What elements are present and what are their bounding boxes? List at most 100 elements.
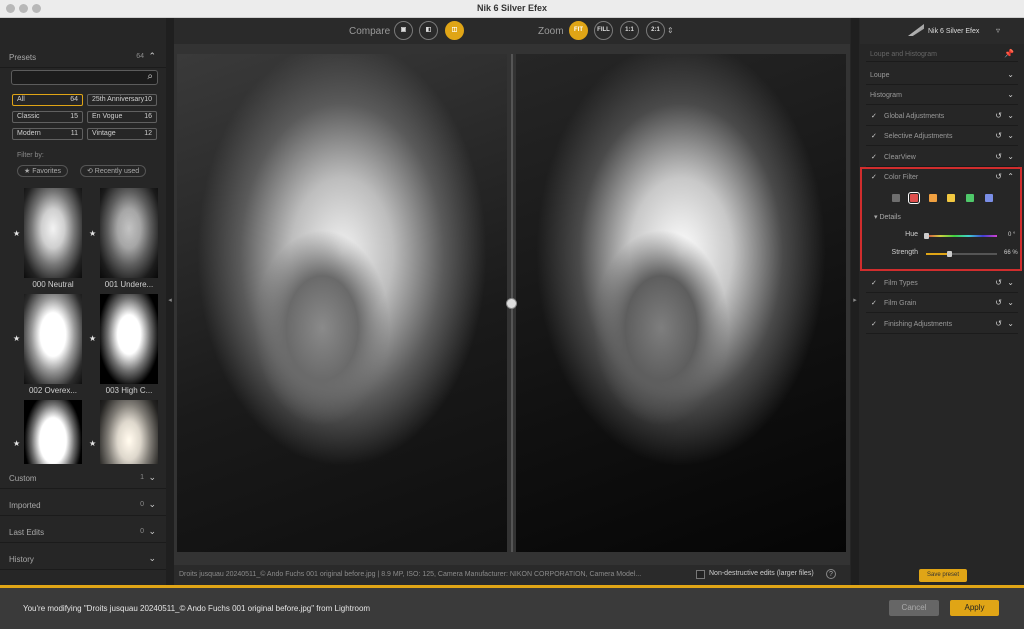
presets-header[interactable]: Presets 64 ⌃: [0, 46, 166, 68]
category-count: 11: [70, 130, 78, 137]
row-label: Histogram: [870, 92, 902, 99]
chevron-down-icon[interactable]: ⌄: [1007, 319, 1014, 328]
plugin-header: Nik 6 Silver Efex ▿: [860, 18, 1024, 44]
star-icon[interactable]: ★: [89, 334, 96, 343]
enable-checkbox[interactable]: ✓: [871, 153, 877, 161]
reset-icon[interactable]: ↺: [995, 152, 1002, 161]
preset-thumbnail[interactable]: [100, 294, 158, 384]
section-label: History: [9, 555, 34, 564]
reset-icon[interactable]: ↺: [995, 131, 1002, 140]
chevron-down-icon[interactable]: ⌄: [148, 472, 156, 483]
star-icon[interactable]: ★: [13, 334, 20, 343]
preset-thumbnail[interactable]: [24, 400, 82, 464]
left-panel-toggle[interactable]: ◂: [166, 18, 174, 585]
reset-icon[interactable]: ↺: [995, 298, 1002, 307]
film-grain-row[interactable]: ✓ Film Grain ↺ ⌄: [866, 293, 1018, 313]
star-icon[interactable]: ★: [13, 229, 20, 238]
enable-checkbox[interactable]: ✓: [871, 299, 877, 307]
reset-icon[interactable]: ↺: [995, 319, 1002, 328]
presets-count: 64: [136, 53, 144, 60]
category-vintage[interactable]: Vintage 12: [87, 128, 157, 140]
reset-icon[interactable]: ↺: [995, 111, 1002, 120]
preset-label: 000 Neutral: [32, 280, 74, 289]
chevron-down-icon[interactable]: ⌄: [1007, 90, 1014, 99]
film-types-row[interactable]: ✓ Film Types ↺ ⌄: [866, 273, 1018, 293]
zoom-1-1-button[interactable]: 1:1: [620, 21, 639, 40]
histogram-row[interactable]: Histogram ⌄: [866, 85, 1018, 105]
pin-icon[interactable]: 📌: [1004, 49, 1014, 58]
enable-checkbox[interactable]: ✓: [871, 320, 877, 328]
divider-handle-icon[interactable]: [506, 298, 517, 309]
preset-thumbnail[interactable]: [24, 294, 82, 384]
enable-checkbox[interactable]: ✓: [871, 132, 877, 140]
chevron-down-icon[interactable]: ⌄: [1007, 152, 1014, 161]
menu-dropdown-icon[interactable]: ▿: [996, 26, 1000, 35]
category-classic[interactable]: Classic 15: [12, 111, 83, 123]
row-label: Selective Adjustments: [884, 133, 953, 140]
preset-thumbnail[interactable]: [100, 188, 158, 278]
nondestructive-checkbox[interactable]: [696, 570, 705, 579]
history-section[interactable]: History ⌄: [0, 548, 166, 570]
zoom-2-1-button[interactable]: 2:1: [646, 21, 665, 40]
compare-split-view-icon[interactable]: ◧: [419, 21, 438, 40]
zoom-label: Zoom: [538, 26, 564, 37]
chevron-down-icon[interactable]: ⌄: [1007, 278, 1014, 287]
help-icon[interactable]: ?: [826, 569, 836, 579]
recently-used-filter[interactable]: ⟲ Recently used: [80, 165, 147, 177]
favorites-filter[interactable]: ★ Favorites: [17, 165, 69, 177]
right-panel-toggle[interactable]: ▸: [851, 18, 859, 585]
imported-section[interactable]: Imported 0 ⌄: [0, 494, 166, 516]
compare-label: Compare: [349, 26, 391, 37]
preset-search-input[interactable]: ⌕: [11, 70, 158, 85]
finishing-adjustments-row[interactable]: ✓ Finishing Adjustments ↺ ⌄: [866, 314, 1018, 334]
category-modern[interactable]: Modern 11: [12, 128, 83, 140]
enable-checkbox[interactable]: ✓: [871, 112, 877, 120]
category-name: En Vogue: [92, 113, 123, 120]
row-label: Film Grain: [884, 300, 917, 307]
compare-single-view-icon[interactable]: ▣: [394, 21, 413, 40]
cancel-button[interactable]: Cancel: [889, 600, 939, 616]
star-icon[interactable]: ★: [89, 439, 96, 448]
loupe-and-histogram-row[interactable]: Loupe and Histogram 📌: [866, 46, 1018, 62]
zoom-stepper-icon[interactable]: ⇕: [667, 26, 674, 35]
apply-button[interactable]: Apply: [950, 600, 999, 616]
color-filter-highlight: [860, 167, 1022, 271]
presets-label: Presets: [9, 53, 37, 62]
reset-icon[interactable]: ↺: [995, 278, 1002, 287]
section-label: Custom: [9, 474, 37, 483]
save-preset-button[interactable]: Save preset: [919, 569, 967, 582]
chevron-down-icon[interactable]: ⌄: [1007, 111, 1014, 120]
row-label: Loupe: [870, 72, 890, 79]
zoom-fill-button[interactable]: FILL: [594, 21, 613, 40]
chevron-down-icon[interactable]: ⌄: [148, 526, 156, 537]
chevron-down-icon[interactable]: ⌄: [148, 553, 156, 564]
global-adjustments-row[interactable]: ✓ Global Adjustments ↺ ⌄: [866, 106, 1018, 126]
chevron-down-icon[interactable]: ⌄: [1007, 70, 1014, 79]
section-label: Imported: [9, 501, 41, 510]
preset-thumbnail[interactable]: [24, 188, 82, 278]
preset-thumbnail[interactable]: [100, 400, 158, 464]
zoom-fit-button[interactable]: FIT: [569, 21, 588, 40]
chevron-up-icon[interactable]: ⌃: [148, 51, 156, 62]
row-label: Loupe and Histogram: [870, 51, 937, 58]
category-name: Vintage: [92, 130, 116, 137]
section-count: 1: [140, 474, 144, 481]
chevron-down-icon[interactable]: ⌄: [1007, 131, 1014, 140]
category-25th-anniversary[interactable]: 25th Anniversary 10: [87, 94, 157, 106]
loupe-row[interactable]: Loupe ⌄: [866, 65, 1018, 85]
chevron-down-icon[interactable]: ⌄: [1007, 298, 1014, 307]
star-icon[interactable]: ★: [13, 439, 20, 448]
compare-side-by-side-icon[interactable]: ◫: [445, 21, 464, 40]
category-all[interactable]: All 64: [12, 94, 83, 106]
preset-label: 002 Overex...: [28, 386, 78, 395]
clearview-row[interactable]: ✓ ClearView ↺ ⌄: [866, 147, 1018, 167]
silver-efex-logo-icon: [908, 24, 924, 36]
chevron-down-icon[interactable]: ⌄: [148, 499, 156, 510]
enable-checkbox[interactable]: ✓: [871, 279, 877, 287]
star-icon[interactable]: ★: [89, 229, 96, 238]
selective-adjustments-row[interactable]: ✓ Selective Adjustments ↺ ⌄: [866, 126, 1018, 146]
custom-section[interactable]: Custom 1 ⌄: [0, 467, 166, 489]
category-en-vogue[interactable]: En Vogue 16: [87, 111, 157, 123]
last-edits-section[interactable]: Last Edits 0 ⌄: [0, 521, 166, 543]
section-count: 0: [140, 528, 144, 535]
